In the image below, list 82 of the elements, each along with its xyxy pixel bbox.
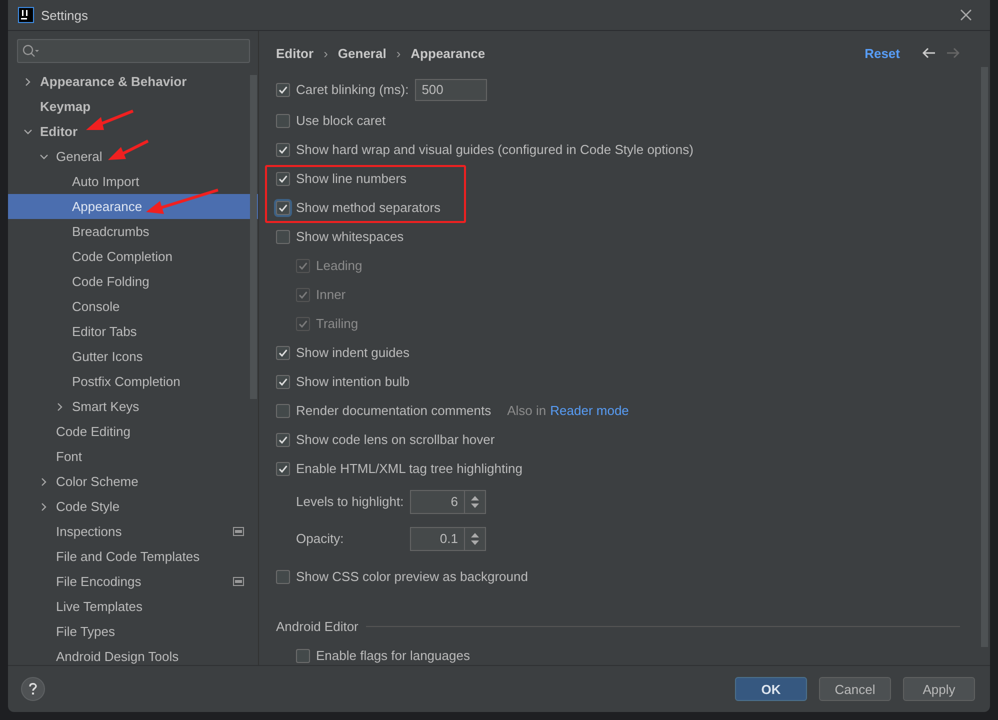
breadcrumb-item[interactable]: Editor bbox=[276, 46, 314, 60]
sidebar-item[interactable]: Smart Keys bbox=[8, 394, 258, 419]
sidebar-item[interactable]: Code Style bbox=[8, 494, 258, 519]
checkbox[interactable] bbox=[276, 462, 290, 476]
checkbox[interactable] bbox=[276, 200, 290, 214]
number-spinner[interactable]: 6 bbox=[410, 490, 486, 514]
section-title: Android Editor bbox=[276, 618, 358, 634]
sidebar-item[interactable]: Keymap bbox=[8, 94, 258, 119]
option-label: Show hard wrap and visual guides (configured in Code Style options) bbox=[296, 142, 694, 157]
sidebar-item[interactable]: Editor bbox=[8, 119, 258, 144]
window-title: Settings bbox=[41, 8, 88, 22]
checkbox[interactable] bbox=[276, 114, 290, 128]
help-button[interactable] bbox=[21, 677, 45, 701]
option-label: Use block caret bbox=[296, 113, 386, 128]
sidebar-item[interactable]: Appearance & Behavior bbox=[8, 69, 258, 94]
option-label: Show CSS color preview as background bbox=[296, 569, 528, 584]
sidebar-item[interactable]: Postfix Completion bbox=[8, 369, 258, 394]
checkbox[interactable] bbox=[296, 648, 310, 662]
app-logo-icon bbox=[18, 7, 34, 23]
option-label: Show indent guides bbox=[296, 345, 410, 360]
sidebar-item[interactable]: Auto Import bbox=[8, 169, 258, 194]
checkbox[interactable] bbox=[276, 404, 290, 418]
sidebar-item[interactable]: Color Scheme bbox=[8, 469, 258, 494]
search-field[interactable] bbox=[17, 39, 250, 63]
option-label: Trailing bbox=[316, 316, 358, 331]
sidebar-item[interactable]: Live Templates bbox=[8, 594, 258, 619]
annotation-arrow bbox=[108, 140, 149, 160]
up-down-arrows-icon[interactable] bbox=[470, 494, 480, 510]
checkbox[interactable] bbox=[276, 432, 290, 446]
dialog-button[interactable]: Apply bbox=[903, 677, 975, 701]
search-icon bbox=[22, 44, 40, 58]
checkbox[interactable] bbox=[276, 142, 290, 156]
sidebar-item[interactable]: Inspections bbox=[8, 519, 258, 544]
option-label: Show intention bulb bbox=[296, 374, 410, 389]
checkbox[interactable] bbox=[276, 172, 290, 186]
option-label: Enable flags for languages bbox=[316, 648, 470, 663]
option-label: Render documentation comments bbox=[296, 403, 492, 418]
option-label: Show line numbers bbox=[296, 171, 407, 186]
sidebar-item[interactable]: Font bbox=[8, 444, 258, 469]
sidebar-item[interactable]: Gutter Icons bbox=[8, 344, 258, 369]
sidebar-item[interactable]: Code Editing bbox=[8, 419, 258, 444]
checkbox[interactable] bbox=[276, 570, 290, 584]
option-label: Leading bbox=[316, 258, 362, 273]
hint-text: Also in bbox=[507, 403, 546, 418]
scrollbar[interactable] bbox=[250, 75, 257, 399]
sidebar-item[interactable]: Console bbox=[8, 294, 258, 319]
option-label: Caret blinking (ms): bbox=[296, 82, 409, 97]
sidebar-item[interactable]: File and Code Templates bbox=[8, 544, 258, 569]
input-field[interactable]: 500 bbox=[414, 78, 487, 100]
sidebar-item[interactable]: Code Folding bbox=[8, 269, 258, 294]
sidebar-item[interactable]: General bbox=[8, 144, 258, 169]
option-label: Levels to highlight: bbox=[296, 494, 405, 509]
reset-link[interactable]: Reset bbox=[864, 46, 900, 60]
question-icon bbox=[29, 683, 37, 695]
option-label: Inner bbox=[316, 287, 346, 302]
sidebar-item[interactable]: Code Completion bbox=[8, 244, 258, 269]
back-arrow-icon[interactable] bbox=[922, 47, 936, 59]
checkbox[interactable] bbox=[276, 82, 290, 96]
breadcrumb-item[interactable]: Appearance bbox=[410, 46, 486, 60]
option-label: Enable HTML/XML tag tree highlighting bbox=[296, 461, 522, 476]
sidebar-item[interactable]: Android Design Tools bbox=[8, 644, 258, 665]
breadcrumb-separator: › bbox=[396, 46, 401, 60]
ok-button[interactable]: OK bbox=[735, 677, 807, 701]
option-label: Show method separators bbox=[296, 200, 441, 215]
breadcrumb-separator: › bbox=[324, 46, 328, 60]
reader-mode-link[interactable]: Reader mode bbox=[550, 403, 629, 418]
number-spinner[interactable]: 0.1 bbox=[410, 526, 486, 550]
close-icon[interactable] bbox=[960, 9, 972, 21]
sidebar-item[interactable]: Appearance bbox=[8, 194, 258, 219]
checkbox[interactable] bbox=[276, 346, 290, 360]
dialog-button[interactable]: Cancel bbox=[819, 677, 891, 701]
option-label: Show whitespaces bbox=[296, 229, 404, 244]
option-label: Opacity: bbox=[296, 531, 345, 546]
checkbox[interactable] bbox=[276, 374, 290, 388]
sidebar-item[interactable]: File Encodings bbox=[8, 569, 258, 594]
breadcrumb-item[interactable]: General bbox=[338, 46, 386, 60]
sidebar-item[interactable]: Breadcrumbs bbox=[8, 219, 258, 244]
sidebar-item[interactable]: Editor Tabs bbox=[8, 319, 258, 344]
up-down-arrows-icon[interactable] bbox=[470, 530, 480, 546]
checkbox[interactable] bbox=[276, 230, 290, 244]
option-label: Show code lens on scrollbar hover bbox=[296, 432, 495, 447]
sidebar-item[interactable]: File Types bbox=[8, 619, 258, 644]
